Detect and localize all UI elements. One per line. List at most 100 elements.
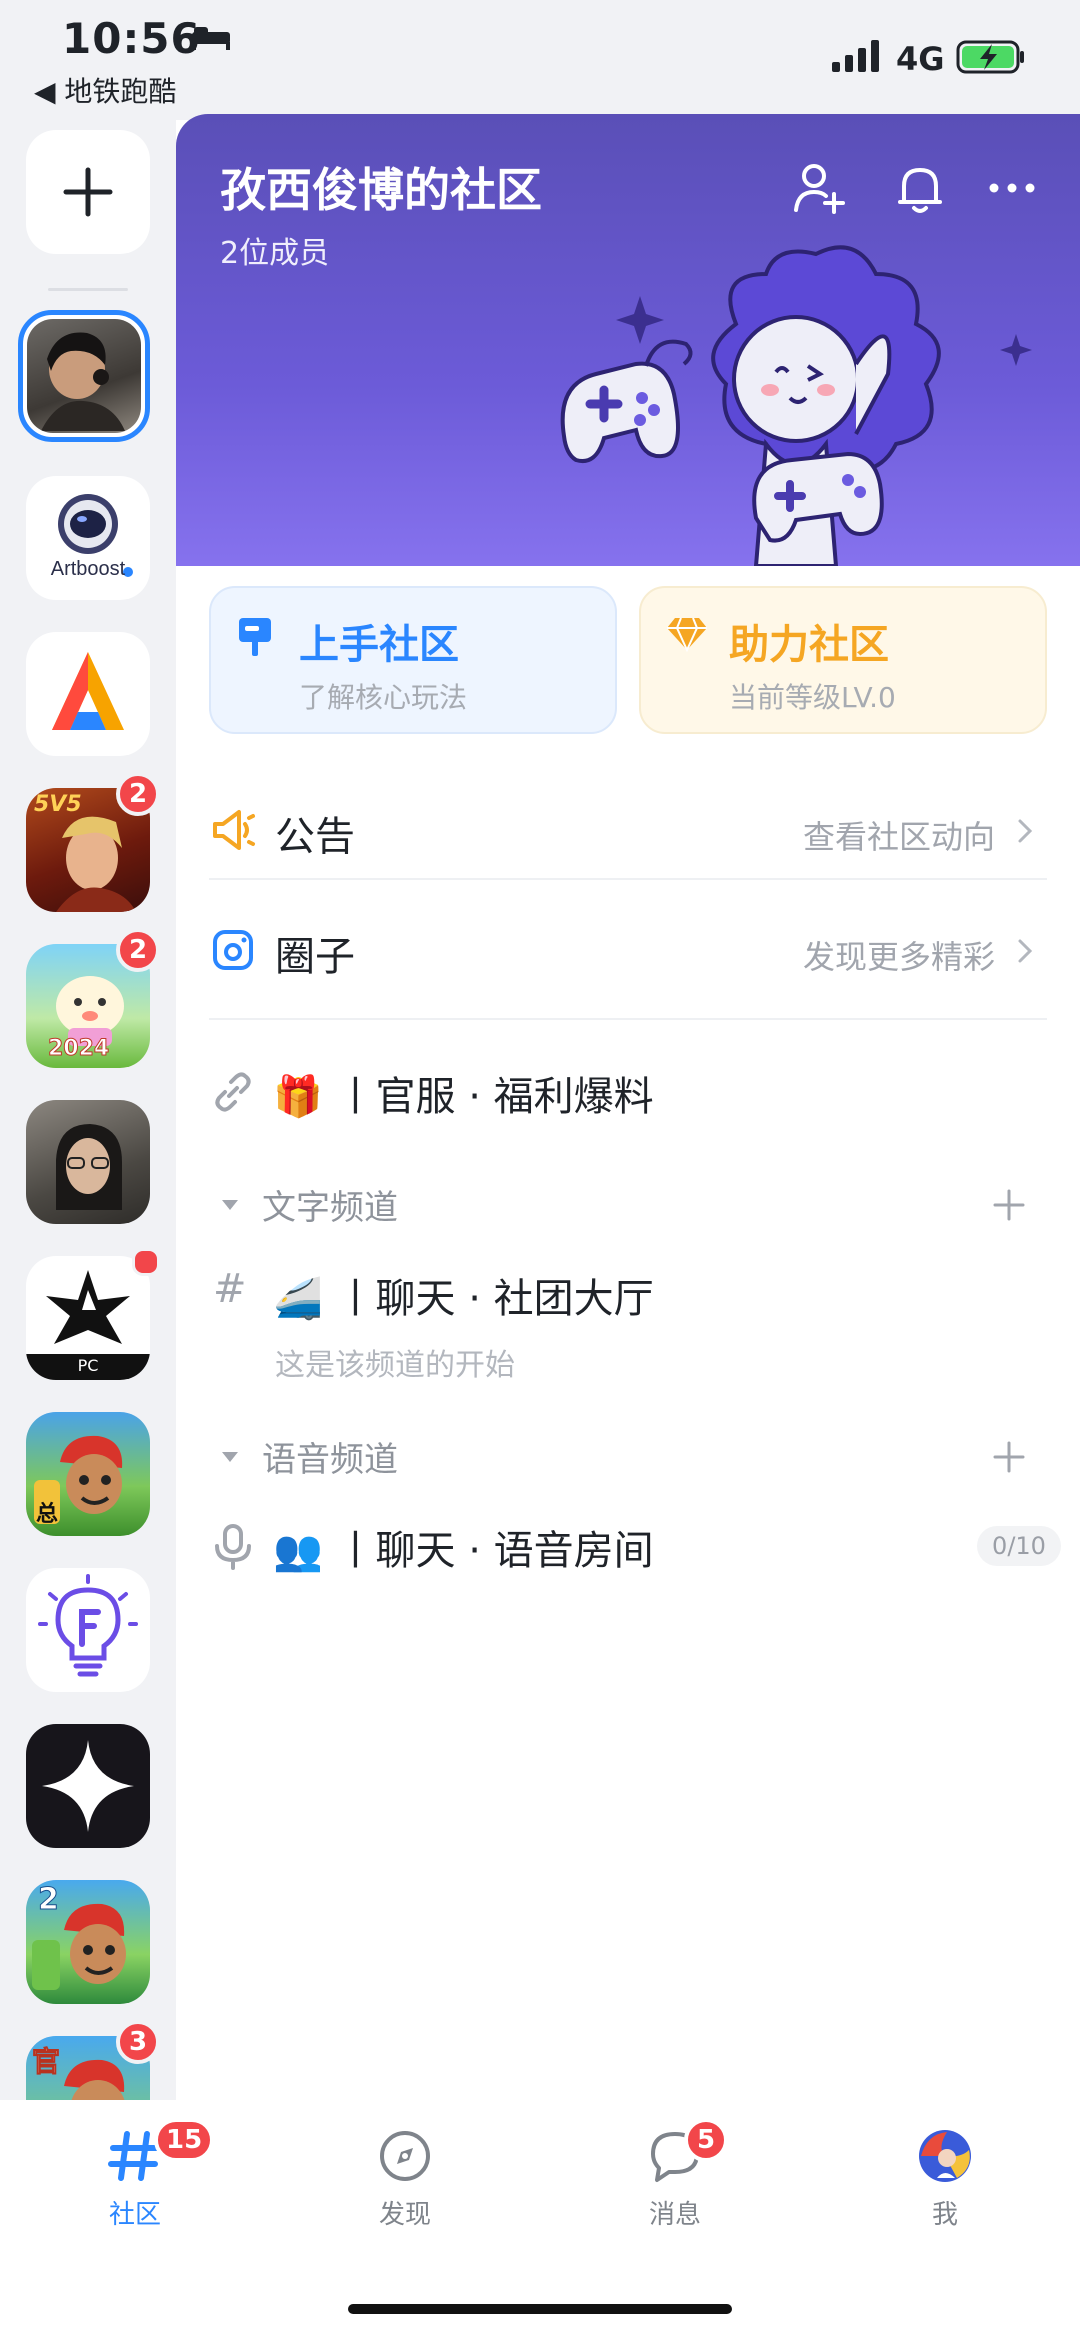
flag-sign-icon [239,618,271,656]
subway-3-art-label: 官 [31,2045,61,2079]
rail-divider [48,288,128,291]
subway-1-art-label: 总 [36,1502,59,1527]
tab-discover-label: 发现 [378,2200,431,2230]
rail-item-star-pc-game[interactable]: PC [26,1256,150,1380]
community-panel: 孜西俊博的社区 2位成员 上手社区 了解核心玩法 助力社区 当前等级LV.0 公… [176,114,1080,2100]
tab-messages-badge: 5 [684,2118,728,2162]
rail-item-subway-surfers-2[interactable]: 2 [26,1880,150,2004]
chevron-right-icon [1018,939,1033,963]
more-icon[interactable] [984,160,1040,216]
link-channel-label: 🎁 丨官服 · 福利爆料 [273,1064,654,1122]
bottom-tab-bar: 社区 15 发现 消息 5 我 [0,2100,1080,2337]
text-channel-row[interactable]: # 🚄 丨聊天 · 社团大厅 这是该频道的开始 [209,1254,1047,1384]
tab-messages[interactable]: 消息 5 [540,2118,810,2231]
rail-badge-5v5: 2 [116,772,160,816]
voice-channel-name: 丨聊天 · 语音房间 [335,1528,654,1574]
text-channel-section-title[interactable]: 文字频道 [262,1180,398,1229]
tab-discover[interactable]: 发现 [270,2128,540,2231]
network-type: 4G [896,40,945,78]
rail-item-artboost[interactable]: Artboost [26,476,150,600]
tab-me[interactable]: 我 [810,2128,1080,2231]
plus-icon [63,167,113,217]
rail-item-app-a-logo[interactable] [26,632,150,756]
rail-dot-star-pc [132,1248,160,1276]
member-count[interactable]: 2位成员 [220,228,329,272]
link-channel-row[interactable]: 🎁 丨官服 · 福利爆料 [209,1034,1047,1144]
hash-channel-icon: # [213,1266,247,1312]
egg-party-art-label: 2024 [47,1036,110,1062]
add-community-button[interactable] [26,130,150,254]
link-icon [215,1072,251,1112]
announcement-hint: 查看社区动向 [802,818,995,856]
camera-circle-icon [213,930,253,970]
tab-community[interactable]: 社区 15 [0,2118,270,2231]
guide-card-subtitle: 了解核心玩法 [299,681,468,714]
home-indicator [348,2304,732,2314]
voice-channel-row[interactable]: 👥 丨聊天 · 语音房间 0/10 [209,1506,1061,1606]
guide-community-card[interactable]: 上手社区 了解核心玩法 [209,586,617,734]
voice-channel-section-title[interactable]: 语音频道 [262,1432,398,1481]
announcement-label: 公告 [275,814,355,860]
artboost-label: Artboost [50,558,126,580]
lightbulb-f-icon [38,1574,138,1677]
circle-row[interactable]: 圈子 发现更多精彩 [209,894,1047,1016]
rail-badge-egg-party: 2 [116,928,160,972]
signal-icon [832,40,879,72]
triangle-a-logo-icon [52,652,124,730]
rail-item-sparkle-app[interactable] [26,1724,150,1848]
tab-me-label: 我 [931,2200,958,2230]
battery-charging-icon [956,40,1024,74]
tab-community-label: 社区 [108,2200,161,2230]
bell-icon[interactable] [892,160,948,216]
caret-down-icon[interactable] [220,1450,240,1464]
announcement-row[interactable]: 公告 查看社区动向 [209,774,1047,886]
woman-photo [56,1124,122,1210]
artboost-icon-spacer [26,320,150,444]
four-point-star-icon [42,1740,134,1832]
avatar-icon [919,2130,971,2182]
row-divider [209,1018,1047,1020]
tab-messages-label: 消息 [648,2200,701,2230]
rail-item-f-bulb-app[interactable] [26,1568,150,1692]
add-text-channel-icon[interactable] [992,1188,1026,1222]
star-pc-art-label: PC [77,1356,99,1375]
gift-emoji-icon: 🎁 [273,1074,323,1120]
help-card-subtitle: 当前等级LV.0 [729,681,896,714]
help-community-card[interactable]: 助力社区 当前等级LV.0 [639,586,1047,734]
help-card-title: 助力社区 [729,622,889,668]
megaphone-icon [213,810,255,850]
tab-community-badge: 15 [154,2118,215,2162]
people-emoji-icon: 👥 [273,1528,323,1574]
guide-card-title: 上手社区 [299,622,459,668]
sleep-mode-icon [192,27,230,50]
rail-item-subway-surfers-1[interactable]: 总 [26,1412,150,1536]
diamond-icon [667,617,707,653]
astronaut-helmet-icon [58,494,133,577]
add-voice-channel-icon[interactable] [992,1440,1026,1474]
subway-2-art-label: 2 [38,1882,60,1918]
microphone-icon [215,1524,251,1570]
status-bar: 10:56 ◀ 地铁跑酷 4G [0,0,1080,120]
text-channel-subtitle: 这是该频道的开始 [275,1348,515,1383]
community-banner: 孜西俊博的社区 2位成员 [176,114,1080,566]
circle-hint: 发现更多精彩 [802,938,995,976]
caret-down-icon[interactable] [220,1198,240,1212]
compass-icon [380,2131,430,2181]
voice-channel-label: 👥 丨聊天 · 语音房间 [273,1518,654,1576]
voice-member-count: 0/10 [977,1526,1061,1566]
text-channel-name: 丨聊天 · 社团大厅 [335,1276,654,1322]
back-to-app-link[interactable]: ◀ 地铁跑酷 [34,70,176,110]
status-time: 10:56 [62,14,201,63]
rail-item-user-avatar[interactable] [26,1100,150,1224]
row-divider [209,878,1047,880]
community-name[interactable]: 孜西俊博的社区 [220,154,542,220]
mascot-illustration [560,245,1032,566]
text-channel-label: 🚄 丨聊天 · 社团大厅 [273,1266,654,1324]
link-channel-name: 丨官服 · 福利爆料 [335,1074,654,1120]
add-member-icon[interactable] [792,160,848,216]
rail-badge-subway-3: 3 [116,2020,160,2064]
train-emoji-icon: 🚄 [273,1276,323,1322]
chevron-right-icon [1018,819,1033,843]
circle-label: 圈子 [275,934,355,980]
community-rail[interactable]: Artboost 5V5 2 2024 2 PC 总 2 官 3 [0,120,176,2100]
